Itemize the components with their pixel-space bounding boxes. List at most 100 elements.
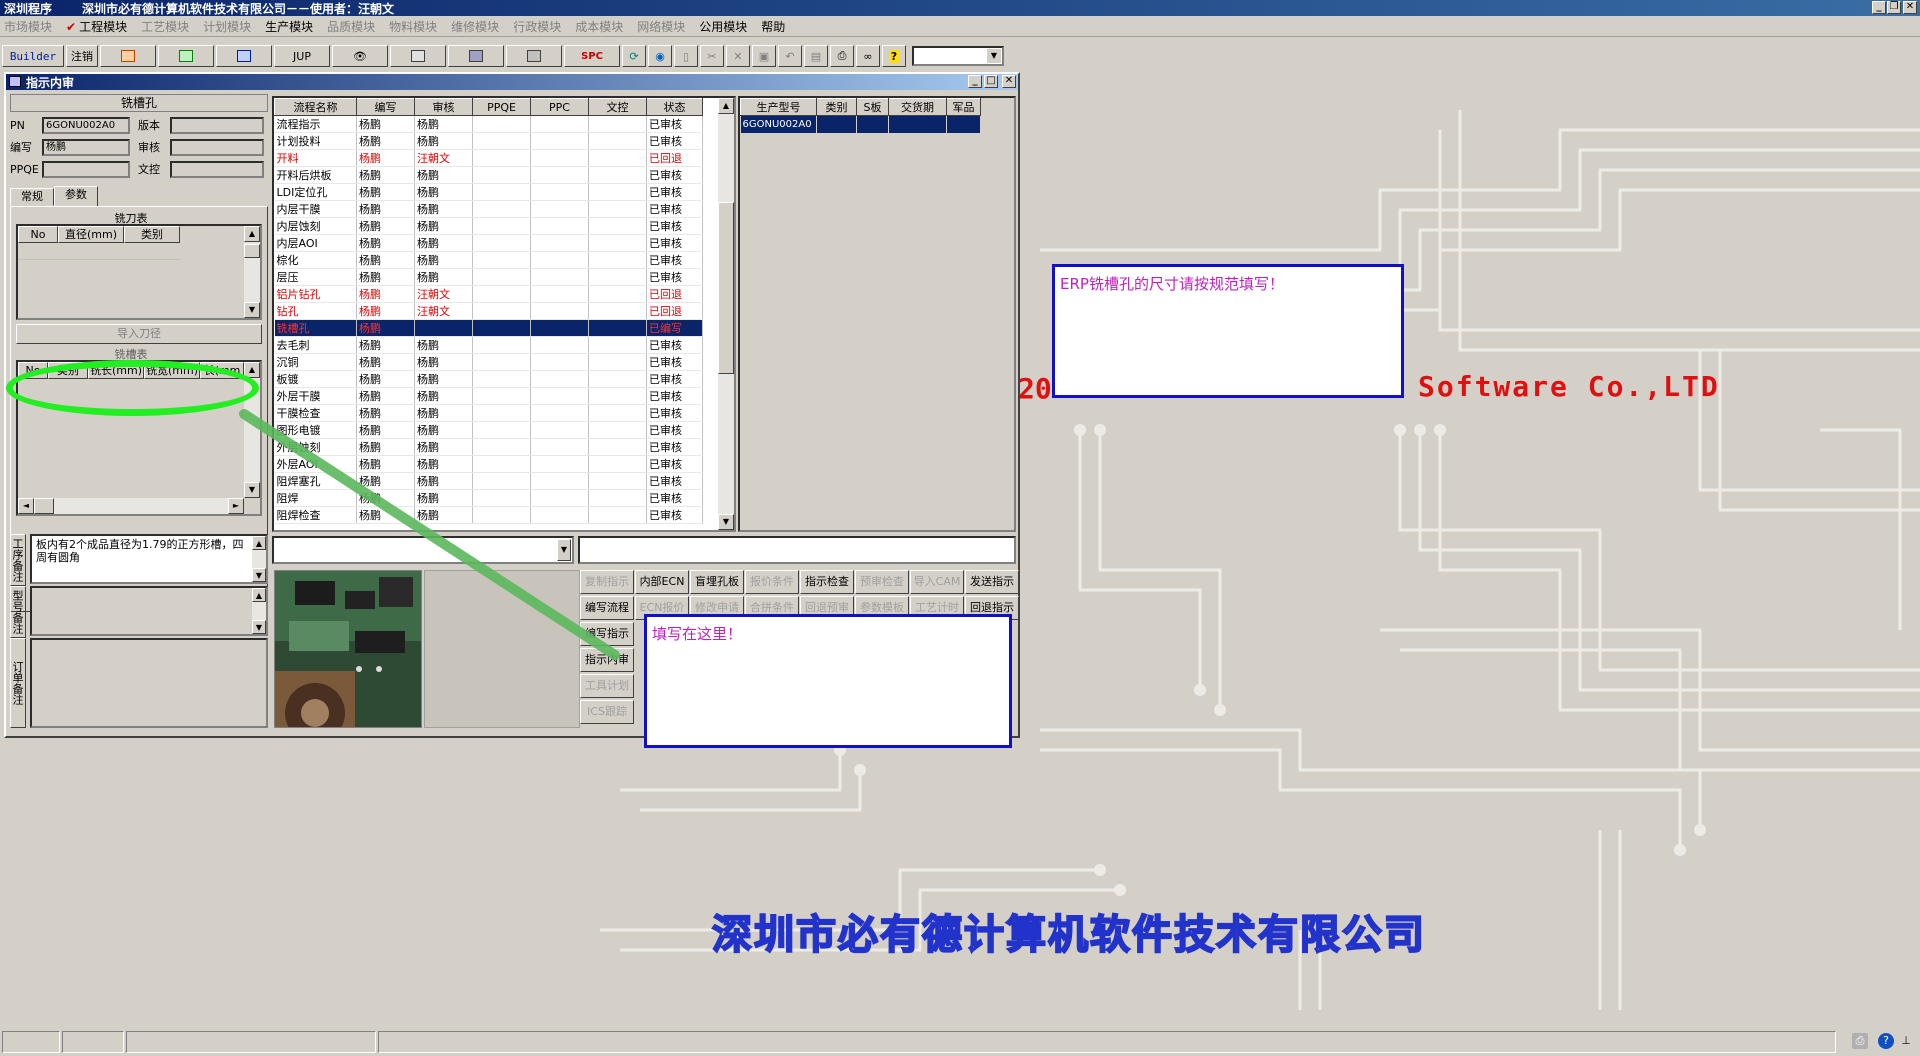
menu-help[interactable]: 帮助: [761, 18, 785, 35]
product-due-cell[interactable]: [888, 115, 947, 133]
author-cell[interactable]: 杨鹏: [356, 183, 415, 201]
process-name-cell[interactable]: 阻焊检查: [274, 506, 357, 524]
ppqe-cell[interactable]: [472, 183, 531, 201]
reviewer-cell[interactable]: 杨鹏: [414, 268, 473, 286]
reviewer-cell[interactable]: 杨鹏: [414, 438, 473, 456]
author-cell[interactable]: 杨鹏: [356, 370, 415, 388]
doc-control-cell[interactable]: [588, 217, 647, 235]
write-process-button[interactable]: 编写流程: [580, 596, 634, 620]
slot-table-hscroll[interactable]: ◄ ►: [18, 498, 244, 514]
process-name-cell[interactable]: 阻焊塞孔: [274, 472, 357, 490]
reviewer-cell[interactable]: 杨鹏: [414, 115, 473, 133]
order-note-field[interactable]: [30, 638, 268, 728]
table-row[interactable]: 6GONU002A0: [740, 115, 981, 133]
instruction-review-button[interactable]: 指示内审: [580, 648, 634, 672]
table-row[interactable]: 铝片钻孔 杨鹏 汪朝文 已回退: [274, 285, 703, 303]
menu-cost[interactable]: 成本模块: [575, 18, 623, 35]
menu-production[interactable]: 生产模块: [265, 18, 313, 35]
reviewer-cell[interactable]: 杨鹏: [414, 506, 473, 524]
ppqe-cell[interactable]: [472, 251, 531, 269]
printer-setup-button[interactable]: [506, 45, 562, 67]
blind-buried-board-button[interactable]: 盲埋孔板: [690, 570, 744, 594]
status-cell[interactable]: 已审核: [646, 234, 703, 252]
doc-control-cell[interactable]: [588, 370, 647, 388]
reviewer-cell[interactable]: 杨鹏: [414, 455, 473, 473]
ppqe-cell[interactable]: [472, 132, 531, 150]
scroll-left-icon[interactable]: ◄: [18, 498, 34, 514]
restore-icon[interactable]: ❐: [1887, 1, 1901, 14]
refresh-button[interactable]: ⟳: [622, 45, 646, 67]
slot-col-long[interactable]: 长(mm: [200, 362, 244, 379]
status-cell[interactable]: 已审核: [646, 506, 703, 524]
scroll-thumb[interactable]: [244, 244, 260, 258]
copy-instruction-button[interactable]: 复制指示: [580, 570, 634, 594]
author-cell[interactable]: 杨鹏: [356, 217, 415, 235]
reviewer-cell[interactable]: 杨鹏: [414, 200, 473, 218]
ppc-cell[interactable]: [530, 370, 589, 388]
book-button[interactable]: [390, 45, 446, 67]
table-row[interactable]: 板镀 杨鹏 杨鹏 已审核: [274, 370, 703, 388]
cut-button[interactable]: ✂: [700, 45, 724, 67]
menu-common[interactable]: 公用模块: [699, 18, 747, 35]
table-row[interactable]: 开料后烘板 杨鹏 杨鹏 已审核: [274, 166, 703, 184]
ppqe-cell[interactable]: [472, 200, 531, 218]
reviewer-cell[interactable]: 汪朝文: [414, 302, 473, 320]
col-process-name[interactable]: 流程名称: [274, 98, 357, 116]
ppqe-cell[interactable]: [472, 387, 531, 405]
model-note-field[interactable]: ▲ ▼: [30, 586, 268, 636]
logout-button[interactable]: 注销: [66, 45, 98, 67]
process-name-cell[interactable]: 干膜检查: [274, 404, 357, 422]
table-row[interactable]: 干膜检查 杨鹏 杨鹏 已审核: [274, 404, 703, 422]
doc-control-cell[interactable]: [588, 251, 647, 269]
doc-control-cell[interactable]: [588, 438, 647, 456]
scroll-down-icon[interactable]: ▼: [244, 302, 260, 318]
ppqe-cell[interactable]: [472, 455, 531, 473]
scroll-thumb[interactable]: [718, 202, 734, 374]
product-model-cell[interactable]: 6GONU002A0: [740, 115, 817, 133]
ppqe-cell[interactable]: [472, 319, 531, 337]
internal-ecn-button[interactable]: 内部ECN: [635, 570, 689, 594]
process-name-cell[interactable]: 铣槽孔: [274, 319, 357, 337]
reviewer-cell[interactable]: 杨鹏: [414, 234, 473, 252]
status-cell[interactable]: 已审核: [646, 353, 703, 371]
col-ppc[interactable]: PPC: [530, 98, 589, 116]
table-row[interactable]: 去毛刺 杨鹏 杨鹏 已审核: [274, 336, 703, 354]
status-cell[interactable]: 已审核: [646, 370, 703, 388]
col-author[interactable]: 编写: [356, 98, 415, 116]
col-military[interactable]: 军品: [946, 98, 981, 116]
menu-repair[interactable]: 维修模块: [451, 18, 499, 35]
tool-plan-button[interactable]: 工具计划: [580, 674, 634, 698]
status-cell[interactable]: 已审核: [646, 404, 703, 422]
ppc-cell[interactable]: [530, 336, 589, 354]
ppc-cell[interactable]: [530, 506, 589, 524]
process-name-cell[interactable]: 棕化: [274, 251, 357, 269]
table-row[interactable]: 阻焊 杨鹏 杨鹏 已审核: [274, 489, 703, 507]
author-cell[interactable]: 杨鹏: [356, 472, 415, 490]
ppqe-field[interactable]: [42, 160, 130, 178]
ppc-cell[interactable]: [530, 421, 589, 439]
slot-col-width[interactable]: 铣宽(mm): [144, 362, 200, 379]
status-cell[interactable]: 已审核: [646, 132, 703, 150]
status-cell[interactable]: 已回退: [646, 285, 703, 303]
status-cell[interactable]: 已审核: [646, 455, 703, 473]
author-cell[interactable]: 杨鹏: [356, 421, 415, 439]
menu-engineering[interactable]: ✔ 工程模块: [66, 18, 127, 35]
table-row[interactable]: 内层干膜 杨鹏 杨鹏 已审核: [274, 200, 703, 218]
author-cell[interactable]: 杨鹏: [356, 251, 415, 269]
author-cell[interactable]: 杨鹏: [356, 285, 415, 303]
menu-plan[interactable]: 计划模块: [203, 18, 251, 35]
author-cell[interactable]: 杨鹏: [356, 387, 415, 405]
table-row[interactable]: 内层AOI 杨鹏 杨鹏 已审核: [274, 234, 703, 252]
scroll-up-icon[interactable]: ▲: [718, 98, 734, 114]
ppqe-cell[interactable]: [472, 472, 531, 490]
doc-control-cell[interactable]: [588, 183, 647, 201]
menu-material[interactable]: 物料模块: [389, 18, 437, 35]
process-name-cell[interactable]: 外层干膜: [274, 387, 357, 405]
excel-button[interactable]: [158, 45, 214, 67]
doc-control-cell[interactable]: [588, 489, 647, 507]
author-cell[interactable]: 杨鹏: [356, 166, 415, 184]
author-field[interactable]: 杨鹏: [42, 138, 130, 156]
table-row[interactable]: 外层AOI 杨鹏 杨鹏 已审核: [274, 455, 703, 473]
reviewer-cell[interactable]: 杨鹏: [414, 251, 473, 269]
ppqe-cell[interactable]: [472, 268, 531, 286]
